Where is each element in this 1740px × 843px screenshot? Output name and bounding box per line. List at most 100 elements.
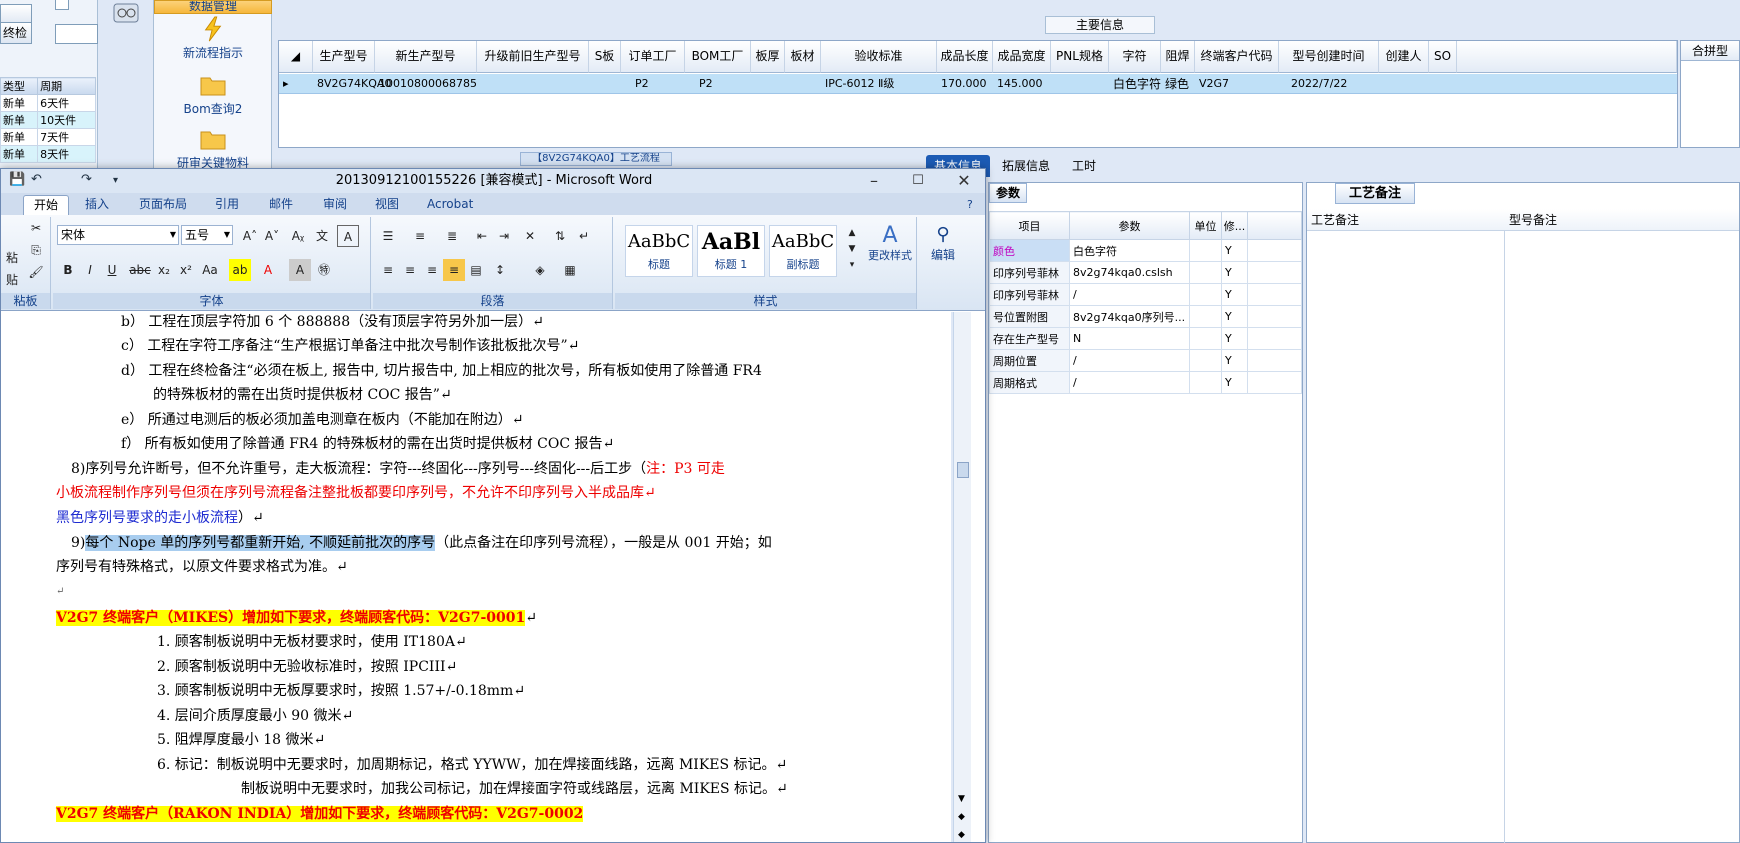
col-header[interactable]: 字符 <box>1109 41 1161 73</box>
table-row[interactable]: 颜色 白色字符 Y <box>989 239 1302 262</box>
tab-extended-info[interactable]: 拓展信息 <box>994 155 1058 177</box>
nav-item-bom-query[interactable]: Bom查询2 <box>154 72 272 117</box>
help-icon[interactable]: ? <box>967 195 973 215</box>
nav-item-key-materials[interactable]: 研审关键物料 <box>154 126 272 171</box>
next-page-icon[interactable]: ◆ <box>958 830 965 840</box>
data-management-header[interactable]: 数据管理 <box>154 0 272 14</box>
cell-standard[interactable]: IPC-6012 Ⅱ级 <box>821 74 894 94</box>
col-header[interactable]: 终端客户代码 <box>1195 41 1279 73</box>
col-header[interactable]: 板材 <box>785 41 821 73</box>
table-row[interactable]: 印序列号菲林 8v2g74kqa0.cslsh Y <box>989 261 1302 284</box>
paste-button[interactable]: 粘贴 <box>1 247 23 287</box>
italic-icon[interactable]: I <box>79 259 101 281</box>
craft-notes-field[interactable] <box>1307 231 1505 843</box>
edit-button[interactable]: ⚲ 编辑 <box>925 223 961 281</box>
styles-scroll-icon[interactable]: ▲ ▼ ▾ <box>841 225 863 277</box>
sort-icon[interactable]: ⇅ <box>549 225 571 247</box>
cell-customer-code[interactable]: V2G7 <box>1195 74 1229 94</box>
tab-page-layout[interactable]: 页面布局 <box>139 195 187 215</box>
clear-format-icon[interactable]: Aᵪ <box>287 225 309 247</box>
col-header[interactable]: 订单工厂 <box>621 41 685 73</box>
nav-item-new-flow[interactable]: 新流程指示 <box>154 16 272 61</box>
document-body[interactable]: b） 工程在顶层字符加 6 个 888888（没有顶层字符另外加一层）↵ c） … <box>1 312 951 842</box>
redo-icon[interactable]: ↷ <box>81 172 92 187</box>
superscript-icon[interactable]: x² <box>175 259 197 281</box>
numbering-icon[interactable]: ≡ <box>409 225 431 247</box>
col-header[interactable]: 成品长度 <box>937 41 993 73</box>
col-header[interactable]: 板厚 <box>751 41 785 73</box>
multilevel-icon[interactable]: ≣ <box>441 225 463 247</box>
table-row[interactable]: 号位置附图 8v2g74kqa0序列号... Y <box>989 305 1302 328</box>
table-row[interactable]: 新单 6天件 <box>0 94 96 112</box>
scroll-down-icon[interactable]: ▼ <box>958 794 965 804</box>
show-marks-icon[interactable]: ↵ <box>573 225 595 247</box>
checkbox[interactable] <box>55 0 69 10</box>
distributed-icon[interactable]: ▤ <box>465 259 487 281</box>
align-center-icon[interactable]: ≡ <box>399 259 421 281</box>
minimize-button[interactable]: – <box>851 169 897 193</box>
style-title[interactable]: AaBbC 标题 <box>625 225 693 277</box>
format-painter-icon[interactable]: 🖌 <box>25 261 47 283</box>
table-row[interactable]: 新单 10天件 <box>0 111 96 129</box>
table-row[interactable]: 周期位置 / Y <box>989 349 1302 372</box>
tab-workflow[interactable]: 【8V2G74KQA0】工艺流程 <box>520 152 672 166</box>
col-header[interactable]: 成品宽度 <box>993 41 1051 73</box>
change-styles-button[interactable]: A 更改样式 <box>863 223 917 279</box>
tab-home[interactable]: 开始 <box>23 195 70 215</box>
col-header[interactable]: 验收标准 <box>821 41 937 73</box>
tab-references[interactable]: 引用 <box>215 195 239 215</box>
tab-insert[interactable]: 插入 <box>85 195 109 215</box>
align-left-icon[interactable]: ≡ <box>377 259 399 281</box>
change-case-icon[interactable]: Aa <box>199 259 221 281</box>
align-right-icon[interactable]: ≡ <box>421 259 443 281</box>
table-row[interactable]: 新单 7天件 <box>0 128 96 146</box>
char-border-icon[interactable]: A <box>337 225 359 247</box>
prev-page-icon[interactable]: ◆ <box>958 812 965 822</box>
table-row[interactable]: 存在生产型号 N Y <box>989 327 1302 350</box>
font-name-combo[interactable]: 宋体 ▼ <box>57 225 179 245</box>
col-header[interactable]: PNL规格 <box>1051 41 1109 73</box>
cell-created[interactable]: 2022/7/22 <box>1279 74 1347 94</box>
title-bar[interactable]: 20130912100155226 [兼容模式] - Microsoft Wor… <box>1 169 985 193</box>
toolbox-icon[interactable] <box>112 2 140 24</box>
underline-icon[interactable]: U <box>101 259 123 281</box>
customize-qat-icon[interactable]: ▾ <box>113 175 118 186</box>
cell-order-factory[interactable]: P2 <box>621 74 649 94</box>
tab-view[interactable]: 视图 <box>375 195 399 215</box>
increase-indent-icon[interactable]: ⇥ <box>493 225 515 247</box>
cell-width[interactable]: 145.000 <box>993 74 1043 94</box>
font-color-icon[interactable]: A <box>257 259 279 281</box>
style-heading-1[interactable]: AaBl 标题 1 <box>697 225 765 277</box>
tab-params[interactable]: 参数 <box>989 183 1027 203</box>
tab-work-hours[interactable]: 工时 <box>1064 155 1104 177</box>
close-button[interactable]: ✕ <box>941 169 985 193</box>
col-header[interactable]: 升级前旧生产型号 <box>477 41 589 73</box>
char-shading-icon[interactable]: A <box>289 259 311 281</box>
font-size-combo[interactable]: 五号 ▼ <box>181 225 233 245</box>
subscript-icon[interactable]: x₂ <box>153 259 175 281</box>
shrink-font-icon[interactable]: A˅ <box>261 225 283 247</box>
justify-icon[interactable]: ≡ <box>443 259 465 281</box>
cut-icon[interactable]: ✂ <box>25 217 47 239</box>
bold-icon[interactable]: B <box>57 259 79 281</box>
cell-mask[interactable]: 绿色 <box>1161 74 1189 94</box>
scroll-thumb[interactable] <box>957 462 969 478</box>
copy-icon[interactable]: ⎘ <box>25 239 47 261</box>
col-header[interactable]: 型号创建时间 <box>1279 41 1379 73</box>
col-header[interactable]: 阻焊 <box>1161 41 1195 73</box>
phonetic-icon[interactable]: 文 <box>311 225 333 247</box>
cell-new-model[interactable]: 10010800068785 <box>375 74 477 94</box>
save-icon[interactable]: 💾 <box>9 172 25 187</box>
vertical-scrollbar[interactable]: ▼ ◆ ◆ <box>953 312 971 842</box>
col-header[interactable]: 生产型号 <box>313 41 375 73</box>
strikethrough-icon[interactable]: abc <box>129 259 151 281</box>
tab-craft-notes[interactable]: 工艺备注 <box>1335 183 1415 204</box>
cell-length[interactable]: 170.000 <box>937 74 987 94</box>
shading-icon[interactable]: ◈ <box>529 259 551 281</box>
cell-bom-factory[interactable]: P2 <box>685 74 713 94</box>
filter-input[interactable] <box>55 24 98 44</box>
col-header[interactable]: 新生产型号 <box>375 41 477 73</box>
asian-layout-icon[interactable]: ✕ <box>519 225 541 247</box>
table-row[interactable]: 印序列号菲林 / Y <box>989 283 1302 306</box>
undo-icon[interactable]: ↶ <box>31 172 42 187</box>
